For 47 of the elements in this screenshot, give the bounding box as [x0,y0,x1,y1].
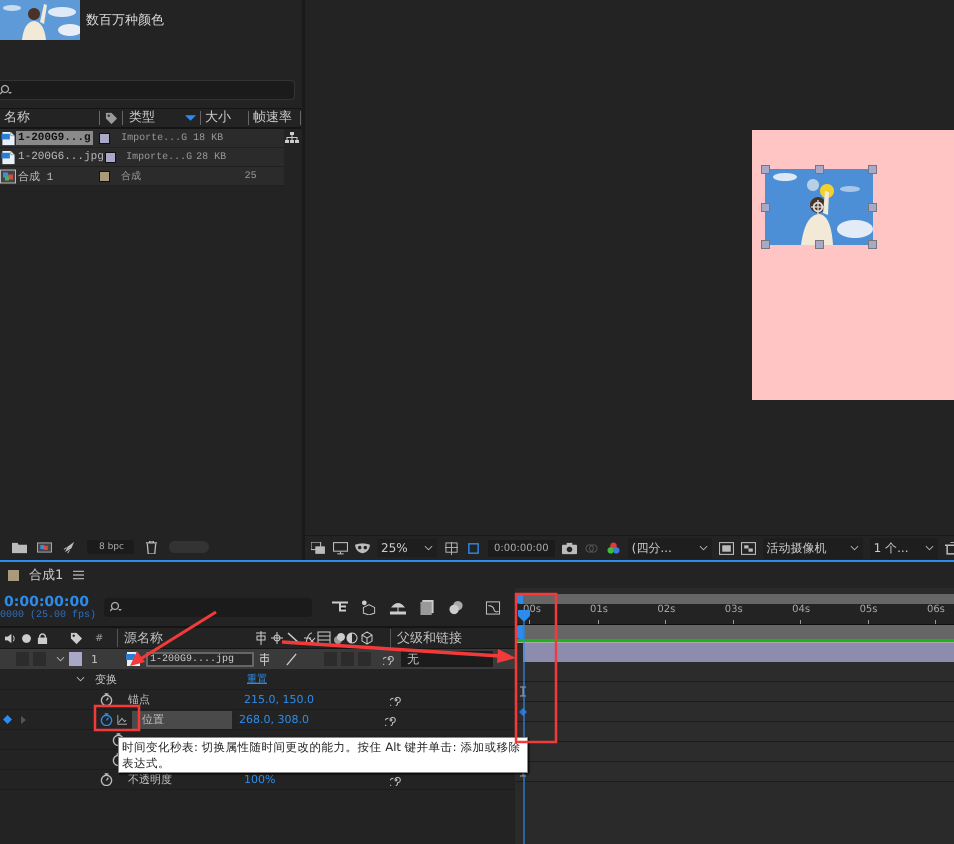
property-group-name[interactable]: 变换 [95,672,247,686]
item-frame-rate: 25 [244,170,257,182]
ruler-label: 03s [724,604,743,615]
property-value[interactable]: 268.0, 308.0 [239,713,385,726]
tooltip-text: 时间变化秒表: 切换属性随时间更改的能力。按住 Alt 键并单击: 添加或移除表达式。 [122,740,520,770]
current-time[interactable]: 0:00:00:00 [4,594,104,610]
timecode-field[interactable]: 0:00:00:00 [488,540,555,556]
project-item[interactable]: 1-200G6...jpg Importe...G 28 KB [0,148,284,167]
column-header[interactable]: 源名称 [117,629,250,647]
item-name: 合成 1 [17,170,54,184]
property-name[interactable]: 位置 [132,710,232,728]
view-layout-dropdown[interactable]: (四分... [628,538,712,558]
ruler-label: 05s [860,604,878,615]
layer-name[interactable]: 1-200G9....jpg [146,652,254,666]
project-item[interactable]: 合成 1 合成 25 [0,167,284,186]
camera-dropdown[interactable]: 活动摄像机 [762,538,863,558]
item-name: 1-200G9...g [16,131,93,145]
frame-info: 0000 (25.00 fps) [0,610,98,620]
composition-tab[interactable]: 合成1 [29,566,64,584]
ruler-label: 04s [792,604,810,615]
ruler-label: 01s [590,604,608,615]
column-header[interactable]: # [95,632,117,644]
preview-caption: 数百万种颜色 [86,12,164,29]
column-header[interactable]: 帧速率 [249,111,301,125]
column-header[interactable]: 类型 [129,111,155,125]
item-size: 28 KB [196,152,226,162]
property-name[interactable]: 锚点 [118,690,237,708]
property-value[interactable]: 215.0, 150.0 [244,693,390,706]
item-type: Importe...G [125,152,192,162]
project-item[interactable]: 1-200G9...g Importe...G 18 KB [0,129,284,148]
layer-number: 1 [91,652,99,666]
item-size: 18 KB [193,132,224,144]
item-type: Importe...G [120,132,188,144]
layer-row[interactable]: 1 1-200G9....jpg 无 [0,649,515,669]
property-value[interactable]: 100% [244,773,390,786]
column-header[interactable]: 大小 [201,111,249,125]
item-type: 合成 [120,170,142,183]
ruler-label: 06s [926,604,945,615]
zoom-dropdown[interactable]: 25% [377,539,437,557]
property-name[interactable]: 不透明度 [118,770,237,788]
item-name: 1-200G6...jpg [17,150,105,164]
views-dropdown[interactable]: 1 个... [870,538,938,558]
reset-link[interactable]: 重置 [247,672,267,686]
ruler-label: 02s [657,604,676,615]
bit-depth-button[interactable]: 8 bpc [87,540,134,554]
column-header[interactable]: 名称 [0,111,100,125]
column-header[interactable]: 父级和链接 [390,629,462,647]
